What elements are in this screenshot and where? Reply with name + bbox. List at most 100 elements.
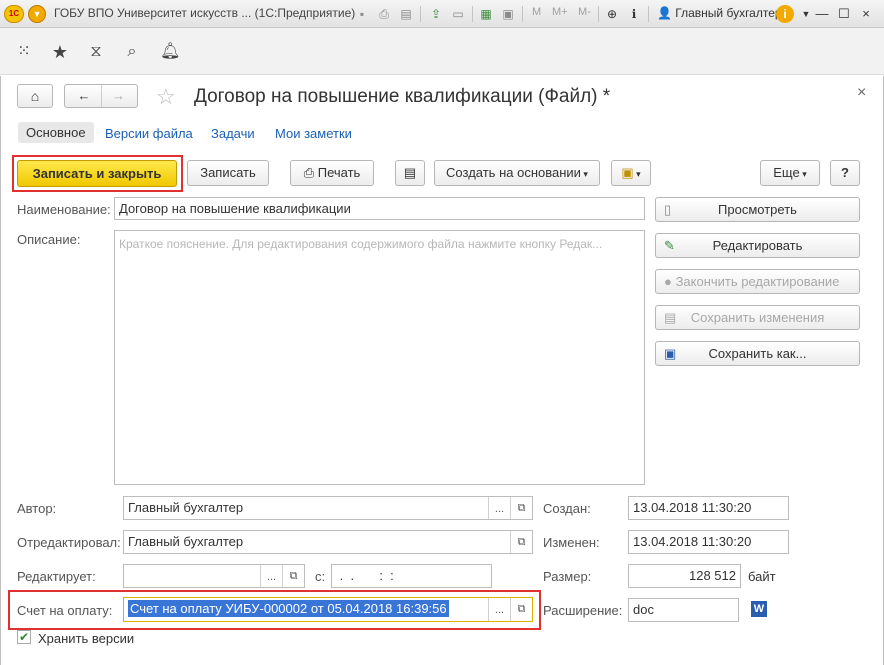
since-datetime-input[interactable]: . . : : — [331, 564, 492, 588]
invoice-input[interactable]: Счет на оплату УИБУ-000002 от 05.04.2018… — [123, 597, 533, 622]
calendar-icon[interactable]: ▣ — [500, 6, 516, 22]
window-close-icon[interactable]: × — [856, 5, 876, 23]
tab-main[interactable]: Основное — [18, 122, 94, 143]
author-label: Автор: — [17, 501, 57, 516]
view-button[interactable]: ▯ Просмотреть — [655, 197, 860, 222]
user-name: Главный бухгалтер — [675, 6, 782, 20]
created-label: Создан: — [543, 501, 591, 516]
maximize-icon[interactable]: ☐ — [834, 5, 854, 23]
main-menu-chevron-icon[interactable]: ▼ — [28, 5, 46, 23]
memory-plus-button[interactable]: M+ — [552, 6, 568, 18]
separator — [522, 6, 523, 22]
more-button[interactable]: Еще — [760, 160, 820, 186]
invoice-select-button[interactable]: ... — [488, 598, 510, 621]
attach-file-button[interactable]: ▣ — [611, 160, 651, 186]
calculator-icon[interactable]: ▦ — [478, 6, 494, 22]
extension-label: Расширение: — [543, 603, 623, 618]
save-changes-button[interactable]: ▤ Сохранить изменения — [655, 305, 860, 330]
print-icon[interactable]: ⎙ — [376, 6, 392, 22]
printer-icon: ⎙ — [303, 165, 315, 180]
favorite-star-icon[interactable]: ☆ — [156, 84, 176, 110]
keep-versions-checkbox[interactable]: ✔ — [17, 630, 31, 644]
save-icon[interactable]: ▪ — [354, 6, 370, 22]
home-icon: ⌂ — [30, 88, 40, 104]
edit-pencil-icon: ✎ — [664, 238, 675, 253]
search-icon[interactable]: ⌕ — [122, 42, 142, 62]
edited-by-open-icon[interactable]: ⧉ — [510, 531, 532, 553]
edited-by-label: Отредактировал: — [17, 535, 121, 550]
upload-icon[interactable]: ⇪ — [428, 6, 444, 22]
back-arrow-icon[interactable]: ← — [67, 85, 101, 107]
info-icon[interactable]: i — [776, 5, 794, 23]
invoice-value: Счет на оплату УИБУ-000002 от 05.04.2018… — [128, 600, 449, 617]
separator — [472, 6, 473, 22]
editing-select-button[interactable]: ... — [260, 565, 282, 587]
create-based-on-button[interactable]: Создать на основании — [434, 160, 600, 186]
created-field: 13.04.2018 11:30:20 — [628, 496, 789, 520]
keep-versions-label: Хранить версии — [38, 631, 135, 646]
editing-open-icon[interactable]: ⧉ — [282, 565, 304, 587]
1c-logo-icon[interactable]: 1C — [4, 5, 24, 23]
name-input[interactable]: Договор на повышение квалификации — [114, 197, 645, 220]
document-icon: ▯ — [664, 202, 672, 217]
author-input[interactable]: Главный бухгалтер ... ⧉ — [123, 496, 533, 520]
editing-input[interactable]: ... ⧉ — [123, 564, 305, 588]
memory-button[interactable]: M — [532, 6, 541, 18]
edited-by-value: Главный бухгалтер — [128, 534, 244, 549]
since-label: с: — [315, 569, 326, 584]
name-label: Наименование: — [17, 202, 111, 217]
edit-button[interactable]: ✎ Редактировать — [655, 233, 860, 258]
home-button[interactable]: ⌂ — [17, 84, 53, 108]
save-changes-icon: ▤ — [664, 310, 677, 325]
favorites-star-icon[interactable]: ★ — [50, 42, 70, 62]
minimize-icon[interactable]: — — [812, 5, 832, 23]
save-changes-label: Сохранить изменения — [690, 310, 825, 325]
edited-by-input[interactable]: Главный бухгалтер ⧉ — [123, 530, 533, 554]
save-and-close-button[interactable]: Записать и закрыть — [17, 160, 177, 187]
help-button[interactable]: ? — [830, 160, 860, 186]
history-icon[interactable]: ⧖ — [86, 42, 106, 62]
notifications-bell-icon[interactable]: 🔔︎ — [160, 42, 180, 62]
info-panel-icon[interactable]: ℹ — [626, 6, 642, 22]
author-select-button[interactable]: ... — [488, 497, 510, 519]
invoice-open-icon[interactable]: ⧉ — [510, 598, 532, 621]
size-unit: байт — [748, 569, 776, 584]
description-placeholder: Краткое пояснение. Для редактирования со… — [119, 237, 603, 251]
changed-field: 13.04.2018 11:30:20 — [628, 530, 789, 554]
preview-icon[interactable]: ▤ — [398, 6, 414, 22]
print-button[interactable]: ⎙ Печать — [290, 160, 374, 186]
scanner-icon[interactable]: ▭ — [450, 6, 466, 22]
finish-editing-button[interactable]: ● Закончить редактирование — [655, 269, 860, 294]
window-title: ГОБУ ВПО Университет искусств ... (1С:Пр… — [54, 6, 356, 20]
attach-file-icon: ▣ — [621, 165, 634, 180]
tab-file-versions[interactable]: Версии файла — [105, 126, 193, 141]
close-form-icon[interactable]: × — [857, 84, 866, 102]
forward-arrow-icon[interactable]: → — [101, 85, 135, 107]
editing-label: Редактирует: — [17, 569, 96, 584]
author-value: Главный бухгалтер — [128, 500, 244, 515]
save-as-button[interactable]: ▣ Сохранить как... — [655, 341, 860, 366]
tab-my-notes[interactable]: Мои заметки — [275, 126, 352, 141]
create-based-label: Создать на основании — [446, 165, 581, 180]
current-user[interactable]: 👤 Главный бухгалтер — [657, 6, 782, 20]
description-label: Описание: — [17, 232, 81, 247]
invoice-label: Счет на оплату: — [17, 603, 113, 618]
document-list-button[interactable]: ▤ — [395, 160, 425, 186]
size-label: Размер: — [543, 569, 592, 584]
changed-label: Изменен: — [543, 535, 600, 550]
tab-tasks[interactable]: Задачи — [211, 126, 255, 141]
finish-edit-icon: ● — [664, 274, 672, 289]
finish-edit-label: Закончить редактирование — [675, 274, 840, 289]
separator — [598, 6, 599, 22]
view-label: Просмотреть — [718, 202, 797, 217]
zoom-icon[interactable]: ⊕ — [604, 6, 620, 22]
author-open-icon[interactable]: ⧉ — [510, 497, 532, 519]
floppy-disk-icon: ▣ — [664, 346, 677, 361]
save-button[interactable]: Записать — [187, 160, 269, 186]
nav-back-forward: ← → — [64, 84, 138, 108]
separator — [648, 6, 649, 22]
document-list-icon: ▤ — [403, 165, 417, 180]
description-textarea[interactable]: Краткое пояснение. Для редактирования со… — [114, 230, 645, 485]
memory-minus-button[interactable]: M- — [578, 6, 591, 18]
menu-grid-icon[interactable]: ⁙ — [14, 42, 34, 62]
